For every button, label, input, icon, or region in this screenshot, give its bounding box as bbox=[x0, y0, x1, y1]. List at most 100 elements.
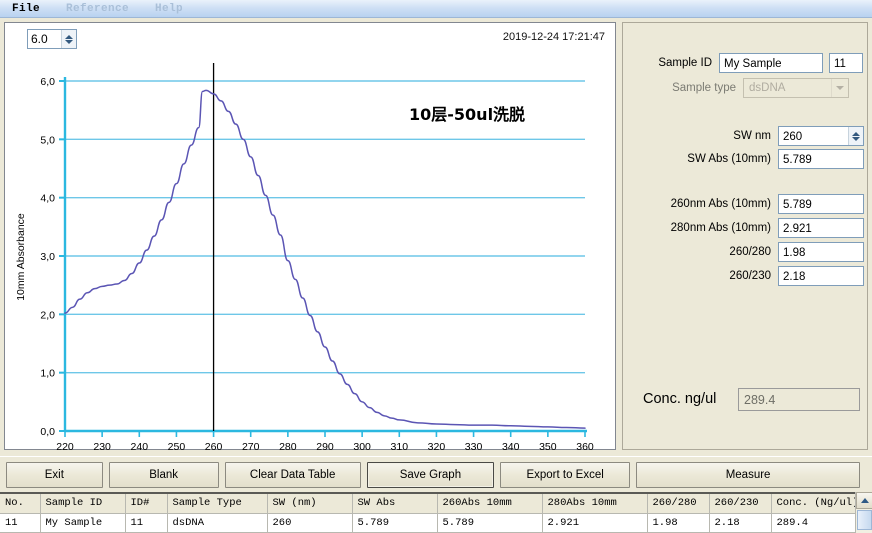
table-cell[interactable]: 2.18 bbox=[709, 513, 772, 533]
menu-item-help: Help bbox=[155, 2, 184, 15]
x-tick-label: 360 bbox=[576, 441, 594, 451]
application-window: File Reference Help 6.0 2019-12-24 17:21… bbox=[0, 0, 872, 533]
column-header[interactable]: No. bbox=[0, 494, 41, 514]
button-exit[interactable]: Exit bbox=[6, 461, 103, 488]
sw-abs-value[interactable]: 5.789 bbox=[778, 149, 864, 169]
concentration-label: Conc. ng/ul bbox=[643, 391, 717, 407]
x-tick-label: 240 bbox=[131, 441, 149, 451]
sample-type-value: dsDNA bbox=[749, 82, 786, 94]
abs260-label: 260nm Abs (10mm) bbox=[670, 198, 771, 210]
table-row[interactable]: 11 My Sample 11 dsDNA 260 5.789 5.789 2.921 1.98… bbox=[0, 513, 856, 533]
abs280-value[interactable]: 2.921 bbox=[778, 218, 864, 238]
table-cell[interactable]: 289.4 bbox=[771, 513, 856, 533]
data-table-container: No. Sample ID ID# Sample Type SW (nm) SW Abs 2… bbox=[0, 492, 872, 533]
sw-abs-label: SW Abs (10mm) bbox=[687, 153, 771, 165]
abs280-label: 280nm Abs (10mm) bbox=[670, 222, 771, 234]
ratio-260-230-label: 260/230 bbox=[729, 270, 771, 282]
sample-id-input[interactable]: My Sample bbox=[719, 53, 823, 73]
button-label: Save Graph bbox=[399, 468, 462, 481]
y-tick-label: 6,0 bbox=[40, 76, 55, 88]
sw-nm-label: SW nm bbox=[733, 130, 771, 142]
column-header[interactable]: Conc. (Ng/ul) bbox=[771, 494, 856, 514]
abs260-value[interactable]: 5.789 bbox=[778, 194, 864, 214]
y-tick-label: 5,0 bbox=[40, 134, 55, 146]
column-header[interactable]: 260Abs 10mm bbox=[437, 494, 543, 514]
absorbance-curve bbox=[64, 89, 586, 429]
scroll-up-icon[interactable] bbox=[856, 492, 872, 509]
button-export-to-excel[interactable]: Export to Excel bbox=[500, 461, 631, 488]
x-tick-label: 300 bbox=[353, 441, 371, 451]
table-cell[interactable]: 2.921 bbox=[542, 513, 648, 533]
x-tick-label: 290 bbox=[316, 441, 334, 451]
menu-bar: File Reference Help bbox=[0, 0, 872, 18]
abs260-row: 260nm Abs (10mm) 5.789 bbox=[623, 194, 869, 214]
y-axis-title: 10mm Absorbance bbox=[15, 213, 27, 301]
y-tick-label: 0,0 bbox=[40, 426, 55, 438]
button-save-graph[interactable]: Save Graph bbox=[366, 461, 495, 488]
table-cell[interactable]: 11 bbox=[125, 513, 168, 533]
action-button-bar: Exit Blank Clear Data Table Save Graph Expor… bbox=[0, 456, 872, 492]
menu-item-file[interactable]: File bbox=[12, 3, 40, 15]
x-tick-label: 270 bbox=[242, 441, 260, 451]
ratio-260-280-value[interactable]: 1.98 bbox=[778, 242, 864, 262]
table-cell[interactable]: 5.789 bbox=[352, 513, 438, 533]
x-tick-label: 260 bbox=[205, 441, 223, 451]
x-tick-label: 320 bbox=[428, 441, 446, 451]
column-header[interactable]: ID# bbox=[125, 494, 168, 514]
chevron-down-icon bbox=[831, 79, 848, 97]
x-tick-label: 250 bbox=[168, 441, 186, 451]
button-clear-data-table[interactable]: Clear Data Table bbox=[224, 461, 361, 488]
column-header[interactable]: 260/280 bbox=[647, 494, 710, 514]
column-header[interactable]: 280Abs 10mm bbox=[542, 494, 648, 514]
concentration-value: 289.4 bbox=[738, 388, 860, 411]
button-label: Measure bbox=[725, 468, 771, 481]
table-cell[interactable]: 11 bbox=[0, 513, 41, 533]
table-cell[interactable]: 1.98 bbox=[647, 513, 710, 533]
sw-nm-spinner-arrows[interactable] bbox=[848, 127, 863, 145]
button-label: Exit bbox=[44, 468, 64, 481]
button-label: Blank bbox=[149, 468, 179, 481]
ratio-260-230-value[interactable]: 2.18 bbox=[778, 266, 864, 286]
table-cell[interactable]: My Sample bbox=[40, 513, 126, 533]
sample-type-label: Sample type bbox=[672, 82, 736, 94]
abs280-row: 280nm Abs (10mm) 2.921 bbox=[623, 218, 869, 238]
y-tick-label: 4,0 bbox=[40, 193, 55, 205]
column-header[interactable]: SW Abs bbox=[352, 494, 438, 514]
column-header[interactable]: Sample ID bbox=[40, 494, 126, 514]
data-table: No. Sample ID ID# Sample Type SW (nm) SW Abs 2… bbox=[0, 494, 856, 533]
table-header-row: No. Sample ID ID# Sample Type SW (nm) SW Abs 2… bbox=[0, 494, 856, 514]
chart-panel: 6.0 2019-12-24 17:21:47 10层-50ul洗脱 0,0 1,… bbox=[4, 22, 616, 467]
spinner-down-icon[interactable] bbox=[852, 136, 860, 141]
scrollbar-thumb[interactable] bbox=[857, 510, 872, 530]
y-tick-label: 3,0 bbox=[40, 251, 55, 263]
sample-id-label: Sample ID bbox=[658, 57, 712, 69]
spinner-up-icon[interactable] bbox=[852, 131, 860, 136]
column-header[interactable]: Sample Type bbox=[167, 494, 268, 514]
x-tick-label: 280 bbox=[279, 441, 297, 451]
table-cell[interactable]: 5.789 bbox=[437, 513, 543, 533]
ratio-260-280-label: 260/280 bbox=[729, 246, 771, 258]
sw-abs-row: SW Abs (10mm) 5.789 bbox=[623, 149, 869, 169]
table-cell[interactable]: dsDNA bbox=[167, 513, 268, 533]
table-scrollbar[interactable] bbox=[855, 492, 872, 533]
sw-nm-input[interactable]: 260 bbox=[778, 126, 864, 146]
column-header[interactable]: SW (nm) bbox=[267, 494, 353, 514]
menu-item-reference: Reference bbox=[66, 2, 130, 15]
sw-nm-row: SW nm 260 bbox=[623, 126, 869, 146]
button-label: Clear Data Table bbox=[249, 468, 336, 481]
column-header[interactable]: 260/230 bbox=[709, 494, 772, 514]
y-tick-label: 2,0 bbox=[40, 309, 55, 321]
button-label: Export to Excel bbox=[526, 468, 604, 481]
sw-nm-value[interactable]: 260 bbox=[779, 127, 848, 145]
x-tick-label: 230 bbox=[93, 441, 111, 451]
button-measure[interactable]: Measure bbox=[636, 461, 861, 488]
x-tick-label: 330 bbox=[465, 441, 483, 451]
ratio-260-230-row: 260/230 2.18 bbox=[623, 266, 869, 286]
sample-type-row: Sample type dsDNA bbox=[623, 78, 869, 98]
button-blank[interactable]: Blank bbox=[108, 461, 219, 488]
table-cell[interactable]: 260 bbox=[267, 513, 353, 533]
sample-id-row: Sample ID My Sample 11 bbox=[623, 53, 869, 73]
results-panel: Sample ID My Sample 11 Sample type dsDNA… bbox=[622, 22, 868, 450]
ratio-260-280-row: 260/280 1.98 bbox=[623, 242, 869, 262]
sample-number-input[interactable]: 11 bbox=[829, 53, 863, 73]
